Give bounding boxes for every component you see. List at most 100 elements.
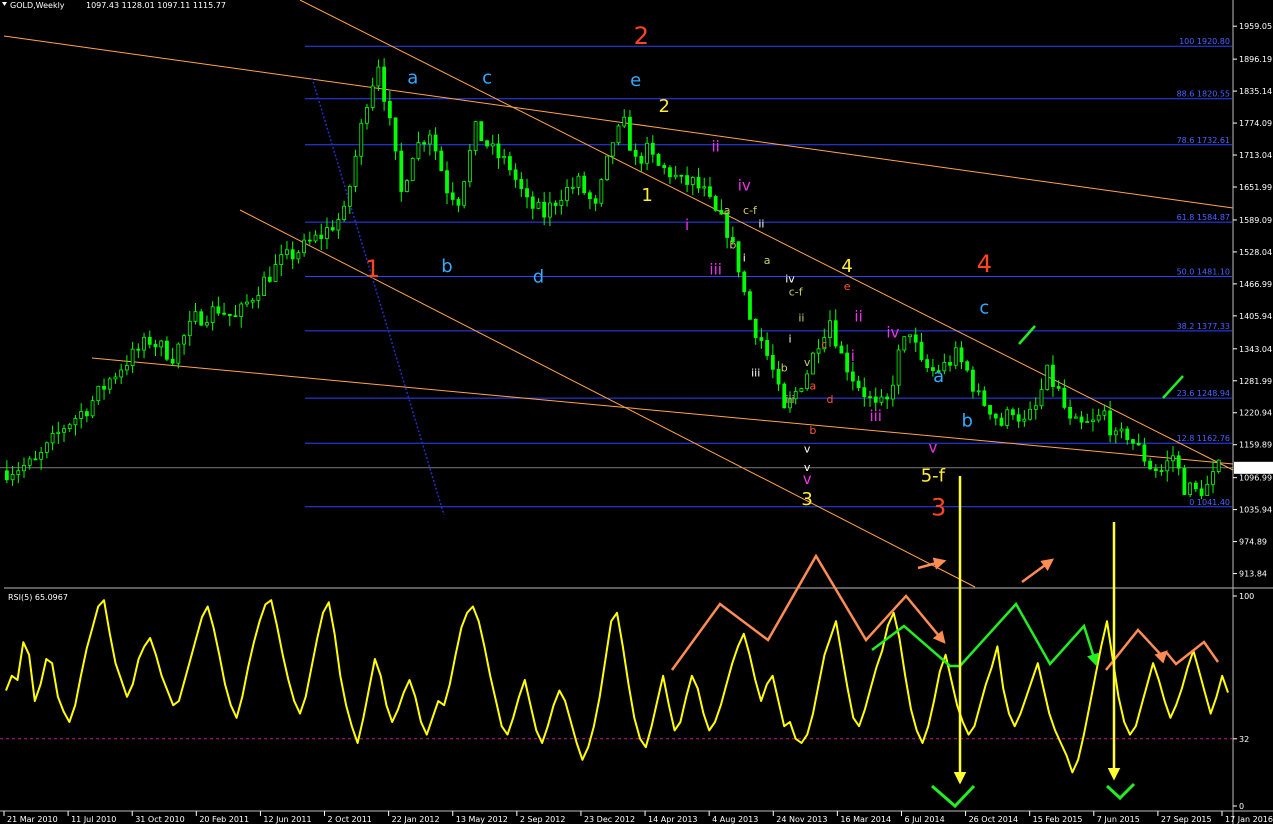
candle-body xyxy=(467,150,472,183)
rsi-title: RSI(5) 65.0967 xyxy=(8,593,68,602)
candle-body xyxy=(445,170,449,194)
chart-root: 100 1920.80 88.6 1820.55 78.6 1732.61 61.8 … xyxy=(0,0,1273,824)
candle-body xyxy=(576,175,581,188)
chart-svg[interactable]: 100 1920.80 88.6 1820.55 78.6 1732.61 61.8 … xyxy=(0,0,1273,824)
date-tick-label: 16 Mar 2014 xyxy=(840,815,891,824)
candle-body xyxy=(267,276,272,282)
candle-body xyxy=(908,334,912,338)
candle-body xyxy=(84,411,89,417)
wave-label: ii xyxy=(854,308,862,326)
candle-body xyxy=(1176,455,1181,469)
price-tick-label: 1835.14 xyxy=(1239,87,1272,96)
rsi-tick-label: 100 xyxy=(1239,592,1254,601)
candle-body xyxy=(125,365,129,371)
fib-level-label: 61.8 1584.87 xyxy=(1177,213,1230,222)
candle-body xyxy=(1016,414,1021,422)
candle-body xyxy=(56,431,61,434)
date-tick-label: 21 Mar 2010 xyxy=(7,815,58,824)
candle-body xyxy=(553,202,558,206)
candle-body xyxy=(233,315,238,318)
candle-body xyxy=(113,376,118,380)
candle-body xyxy=(336,219,341,231)
candle-body xyxy=(1039,389,1044,407)
date-tick-label: 15 Feb 2015 xyxy=(1033,815,1083,824)
fib-level-label: 38.2 1377.33 xyxy=(1177,322,1230,331)
candle-body xyxy=(353,155,358,187)
candle-body xyxy=(182,335,186,345)
wave-label: a xyxy=(764,254,771,267)
wave-label: iv xyxy=(886,323,899,341)
candle-body xyxy=(365,107,369,124)
candle-body xyxy=(616,125,621,144)
wave-label: b xyxy=(781,361,788,374)
candle-body xyxy=(1062,387,1067,408)
candle-body xyxy=(582,175,587,194)
wave-label: 1 xyxy=(641,185,652,206)
wave-label: 4 xyxy=(841,256,852,277)
chart-title: GOLD,Weekly xyxy=(10,1,65,10)
candle-body xyxy=(227,313,232,317)
candle-body xyxy=(805,373,810,389)
candle-body xyxy=(1153,468,1158,471)
candle-body xyxy=(519,179,524,190)
candle-body xyxy=(176,343,181,364)
candle-body xyxy=(599,179,604,204)
candle-body xyxy=(410,157,415,181)
candle-body xyxy=(1068,406,1072,419)
candle-body xyxy=(1028,408,1032,420)
candle-body xyxy=(725,213,730,238)
candle-body xyxy=(1142,444,1147,462)
candle-body xyxy=(879,396,884,403)
wave-label: a xyxy=(809,380,816,393)
candle-body xyxy=(639,155,644,164)
trendline xyxy=(3,35,1234,209)
candle-body xyxy=(948,362,952,366)
candle-body xyxy=(1079,416,1084,423)
price-tick-label: 1466.99 xyxy=(1239,280,1272,289)
wave-label: i xyxy=(743,251,746,264)
candle-body xyxy=(433,134,438,152)
candle-body xyxy=(67,424,72,429)
candle-body xyxy=(107,378,112,390)
candle-body xyxy=(816,348,821,354)
price-tick-label: 1159.89 xyxy=(1239,441,1272,450)
candle-body xyxy=(1211,471,1215,485)
candle-body xyxy=(982,390,987,406)
candle-body xyxy=(50,433,55,444)
candle-body xyxy=(793,391,798,400)
candle-body xyxy=(1165,460,1170,472)
candle-body xyxy=(222,312,226,315)
candle-body xyxy=(1182,467,1187,495)
candle-body xyxy=(765,340,770,356)
candle-body xyxy=(679,174,684,177)
candle-body xyxy=(1033,405,1038,410)
candle-body xyxy=(187,320,192,337)
candle-body xyxy=(296,252,301,260)
candle-body xyxy=(776,368,781,385)
wave-label: a xyxy=(407,67,418,88)
price-tick-label: 1096.99 xyxy=(1239,474,1272,483)
candle-body xyxy=(347,185,352,207)
candle-body xyxy=(971,369,975,392)
candle-body xyxy=(399,150,404,192)
candle-body xyxy=(325,227,329,239)
date-tick-label: 2 Sep 2012 xyxy=(520,815,566,824)
candle-body xyxy=(902,336,907,351)
candle-body xyxy=(1216,459,1221,472)
price-tick-label: 1713.04 xyxy=(1239,151,1272,160)
wave-label: ii xyxy=(758,217,764,230)
candle-body xyxy=(370,85,375,108)
wave-label: i xyxy=(685,216,689,234)
candle-body xyxy=(919,341,924,360)
candle-body xyxy=(1188,482,1193,495)
candle-body xyxy=(885,396,890,400)
candle-body xyxy=(1148,460,1153,470)
candle-body xyxy=(873,396,878,403)
candle-body xyxy=(662,164,667,169)
wave-label: b xyxy=(441,256,452,277)
date-tick-label: 27 Sep 2015 xyxy=(1161,815,1212,824)
date-tick-label: 2 Oct 2011 xyxy=(328,815,372,824)
fib-level-label: 50.0 1481.10 xyxy=(1177,268,1230,277)
candle-body xyxy=(1073,416,1078,419)
wave-label: 3 xyxy=(801,489,812,510)
